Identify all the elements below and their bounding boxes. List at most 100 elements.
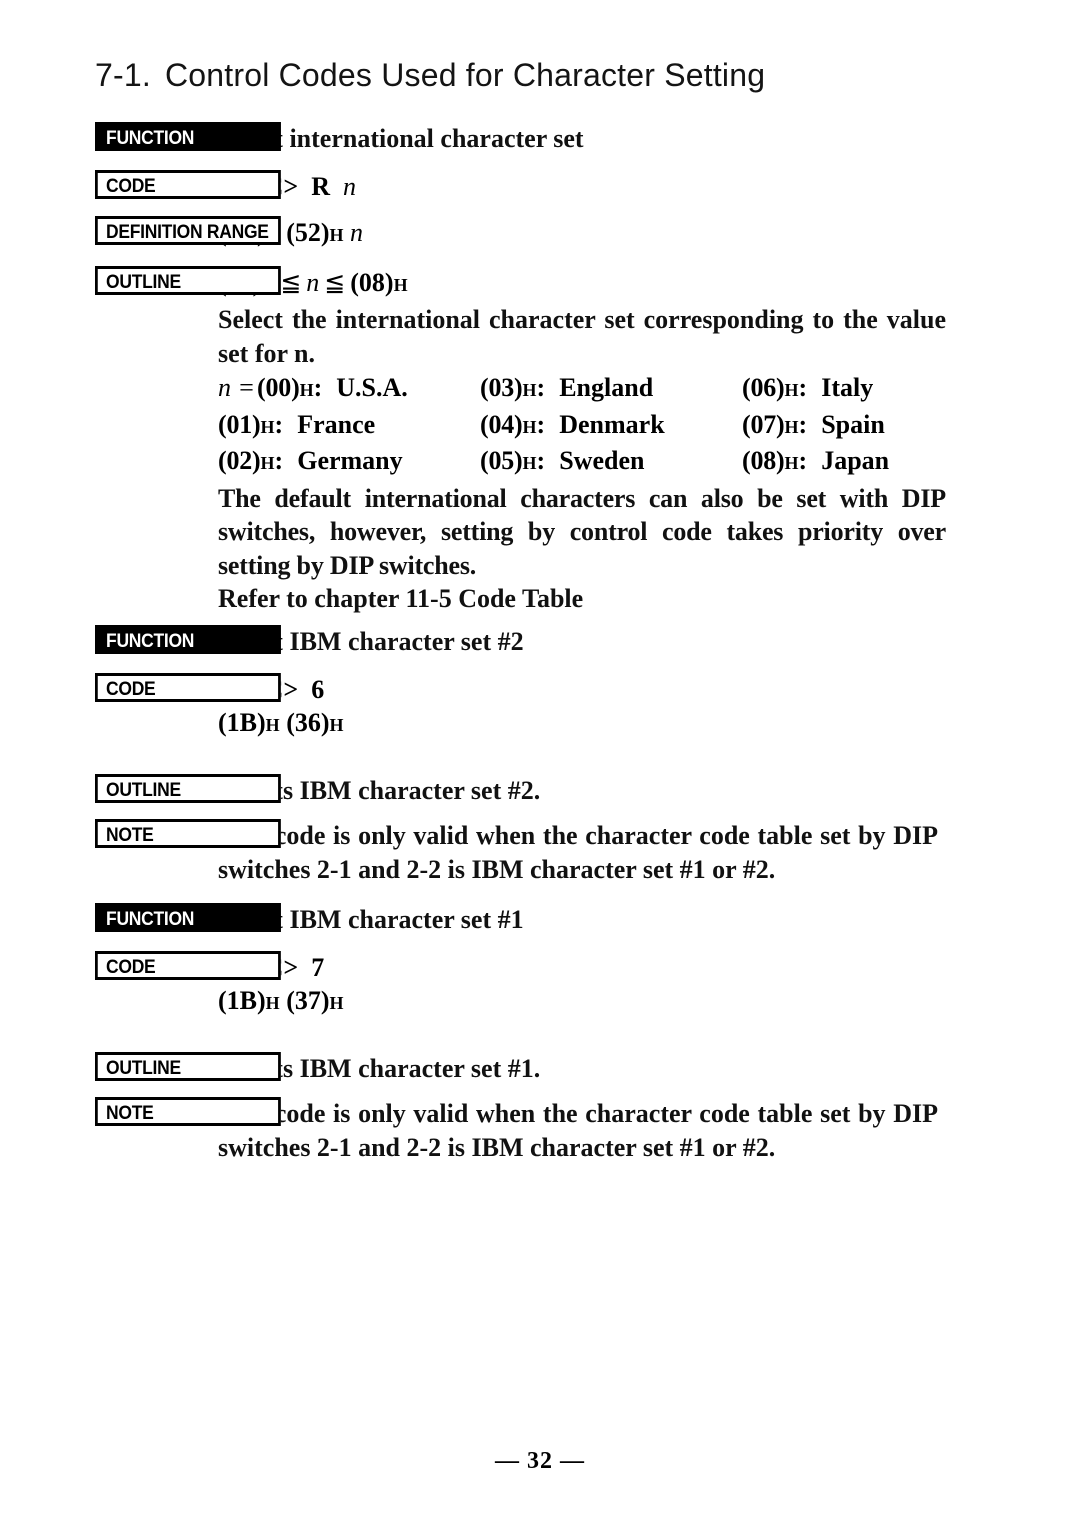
- range-high-suffix: H: [393, 274, 408, 295]
- country-separator: :: [536, 446, 546, 475]
- content-column: Select IBM character set #2: [218, 625, 1080, 659]
- range-variable: n: [306, 267, 320, 297]
- country-code: (07): [742, 409, 785, 439]
- country-code-suffix: H: [784, 453, 799, 473]
- definition-range-expression: (00)H≦n≦(08)H: [218, 266, 1080, 303]
- note-description: This code is only valid when the charact…: [218, 821, 938, 884]
- code-hex-2: (36): [279, 708, 330, 737]
- country-code: (02): [218, 446, 261, 475]
- country-name: U.S.A.: [336, 373, 408, 402]
- country-separator: :: [798, 446, 808, 475]
- list-item: (02)H: Germany: [218, 444, 480, 481]
- row-outline: OUTLINE Selects IBM character set #2.: [0, 773, 1080, 808]
- content-column: <ESC> R n: [218, 170, 1080, 204]
- country-code-suffix: H: [299, 380, 314, 400]
- label-column: FUNCTION: [0, 903, 281, 932]
- country-separator: :: [798, 409, 808, 439]
- country-separator: :: [798, 373, 808, 402]
- label-column: CODE: [0, 950, 281, 980]
- row-function: FUNCTION Select IBM character set #1: [0, 903, 1080, 937]
- label-column: OUTLINE: [0, 773, 281, 803]
- country-prefix: n =: [218, 373, 256, 402]
- code-hex-2-suffix: H: [329, 715, 344, 735]
- row-note: NOTE This code is only valid when the ch…: [0, 819, 1080, 886]
- list-item: (01)H: France: [218, 408, 480, 445]
- country-code-suffix: H: [784, 416, 799, 437]
- country-code: (03): [480, 373, 523, 402]
- content-column: This code is only valid when the charact…: [218, 1097, 1080, 1164]
- country-code: (05): [480, 446, 523, 475]
- country-name: Sweden: [559, 446, 645, 475]
- country-code-suffix: H: [522, 453, 537, 473]
- label-column: OUTLINE: [0, 1051, 281, 1081]
- row-code: CODE <ESC> 7 (1B)H (37)H: [0, 950, 1080, 1021]
- code-hex-sequence: (1B)H (52)H n: [218, 216, 1080, 253]
- tag-code: CODE: [95, 169, 281, 199]
- tag-function: FUNCTION: [95, 625, 281, 654]
- code-hex-sequence: (1B)H (36)H: [218, 706, 1080, 743]
- country-code-suffix: H: [784, 380, 799, 400]
- label-column: DEFINITION RANGE: [0, 216, 281, 245]
- code-escape-sequence: <ESC> 6: [218, 674, 325, 704]
- section-ibm-character-set-1: FUNCTION Select IBM character set #1 COD…: [0, 903, 1080, 1164]
- country-code-suffix: H: [260, 416, 275, 437]
- content-column: <ESC> 6 (1B)H (36)H: [218, 673, 1080, 743]
- list-item: n =(00)H: U.S.A.: [218, 371, 480, 408]
- label-column: FUNCTION: [0, 625, 281, 654]
- content-column: <ESC> 7 (1B)H (37)H: [218, 951, 1080, 1021]
- range-high: (08): [350, 267, 394, 297]
- row-function: FUNCTION Select IBM character set #2: [0, 625, 1080, 659]
- row-code: CODE <ESC> 6 (1B)H (36)H: [0, 672, 1080, 743]
- outline-description: Select the international character set c…: [218, 305, 946, 368]
- international-character-set-list: n =(00)H: U.S.A. (03)H: England (06)H: Ital…: [218, 371, 1080, 481]
- country-name: Spain: [821, 409, 885, 439]
- row-note: NOTE This code is only valid when the ch…: [0, 1097, 1080, 1164]
- section-international-character-set: FUNCTION Select international character …: [0, 122, 1080, 616]
- label-column: NOTE: [0, 819, 281, 848]
- country-code: (08): [742, 446, 785, 475]
- page-title-text: Control Codes Used for Character Setting: [164, 57, 766, 93]
- code-hex-2-suffix: H: [329, 225, 344, 245]
- page-number: — 32 —: [495, 1448, 585, 1474]
- content-column: Select IBM character set #1: [218, 903, 1080, 937]
- country-code: (01): [218, 409, 261, 439]
- country-name: England: [559, 373, 654, 402]
- page-title-number: 7-1.: [95, 57, 151, 93]
- inequality-2: ≦: [324, 269, 346, 297]
- label-column: NOTE: [0, 1097, 281, 1126]
- country-separator: :: [536, 373, 546, 402]
- code-hex-1-suffix: H: [265, 993, 280, 1013]
- tag-outline: OUTLINE: [95, 1051, 281, 1081]
- label-column: CODE: [0, 672, 281, 702]
- code-hex-1: (1B): [218, 986, 266, 1015]
- list-item: (05)H: Sweden: [480, 444, 742, 481]
- country-code-suffix: H: [522, 416, 537, 437]
- content-column: (1B)H (52)H n: [218, 216, 1080, 253]
- list-item: (06)H: Italy: [742, 371, 1080, 408]
- code-hex-2: (52): [279, 218, 330, 247]
- country-separator: :: [536, 409, 546, 439]
- page-footer: — 32 —: [0, 1448, 1080, 1475]
- row-outline: OUTLINE Selects IBM character set #1.: [0, 1051, 1080, 1086]
- code-table-reference: Refer to chapter 11-5 Code Table: [218, 584, 584, 613]
- content-column: Selects IBM character set #2.: [218, 774, 1080, 808]
- tag-outline: OUTLINE: [95, 265, 281, 295]
- content-column: (00)H≦n≦(08)H Select the international c…: [218, 266, 1080, 616]
- tag-code: CODE: [95, 950, 281, 980]
- note-description: This code is only valid when the charact…: [218, 1099, 938, 1162]
- country-code-suffix: H: [260, 453, 275, 473]
- row-function: FUNCTION Select international character …: [0, 122, 1080, 156]
- function-description: Select IBM character set #1: [218, 905, 524, 934]
- country-name: France: [297, 409, 376, 439]
- code-escape-param: n: [343, 171, 356, 201]
- country-code: (06): [742, 373, 785, 402]
- country-name: Denmark: [559, 409, 665, 439]
- label-column: FUNCTION: [0, 122, 281, 151]
- content-column: Selects IBM character set #1.: [218, 1052, 1080, 1086]
- label-column: CODE: [0, 169, 281, 199]
- country-code-suffix: H: [522, 380, 537, 400]
- row-outline: OUTLINE (00)H≦n≦(08)H Select the interna…: [0, 265, 1080, 616]
- list-item: (04)H: Denmark: [480, 408, 742, 445]
- page-title: 7-1. Control Codes Used for Character Set…: [95, 57, 765, 94]
- code-hex-1: (1B): [218, 708, 266, 737]
